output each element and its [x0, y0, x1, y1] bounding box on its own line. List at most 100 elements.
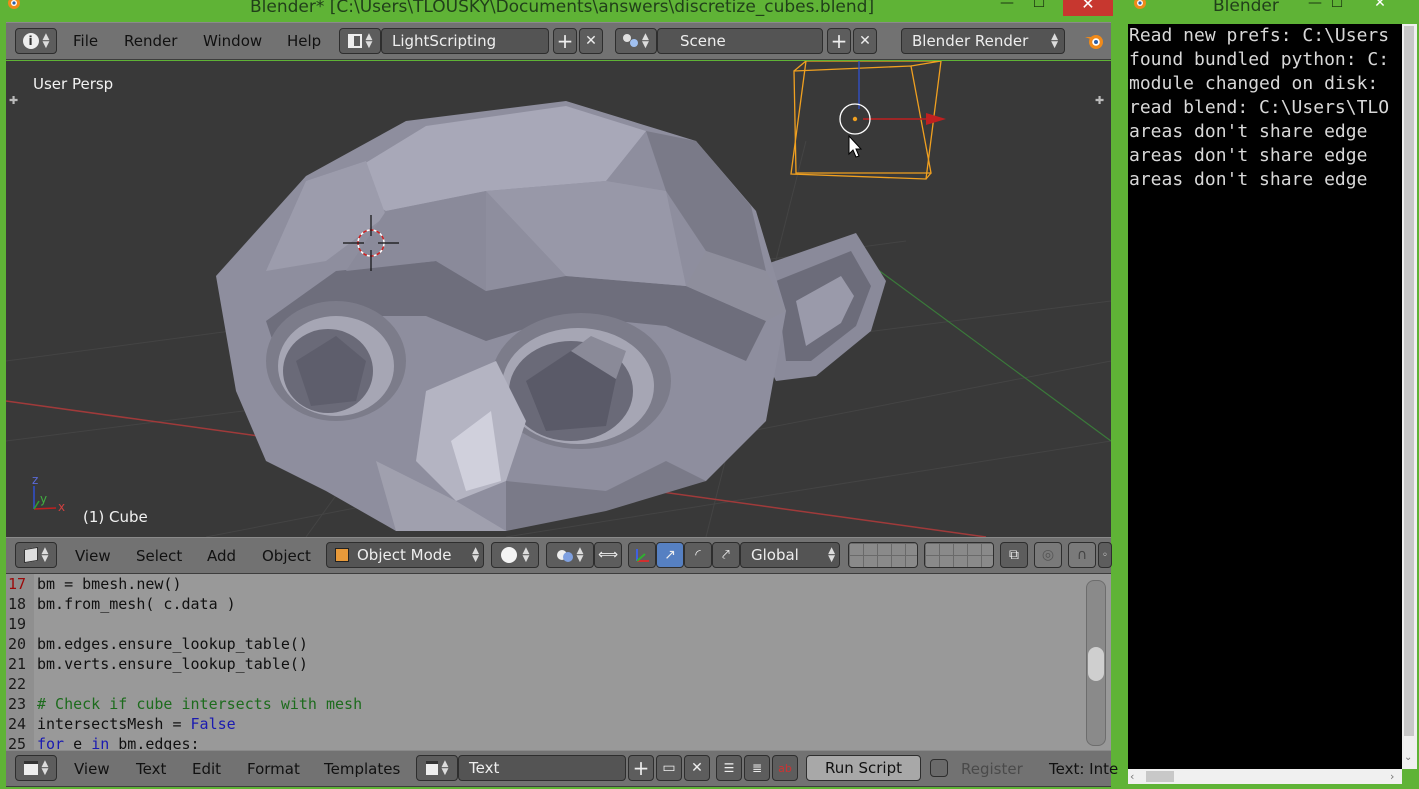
console-vscroll-thumb[interactable]: [1404, 26, 1414, 736]
snap-toggle-button[interactable]: ∩: [1068, 542, 1096, 568]
close-button[interactable]: ✕: [1063, 0, 1113, 16]
rotate-manipulator-button[interactable]: ◜: [684, 542, 712, 568]
screen-layout-name[interactable]: LightScripting: [381, 28, 549, 54]
dropdown-arrows-icon: ▲ ▼: [828, 546, 835, 564]
manipulator-toggle-button[interactable]: [628, 542, 656, 568]
console-horizontal-scrollbar[interactable]: ‹ ›: [1128, 769, 1402, 784]
suzanne-mesh[interactable]: [216, 101, 886, 531]
manipulate-center-points-button[interactable]: ⟺: [594, 542, 622, 568]
console-close-button[interactable]: ✕: [1368, 0, 1392, 14]
console-minimize-button[interactable]: —: [1304, 0, 1326, 14]
text-scrollbar[interactable]: [1086, 580, 1106, 746]
scroll-right-arrow-icon[interactable]: ›: [1390, 770, 1394, 783]
menu-help[interactable]: Help: [287, 23, 321, 59]
viewport-shading-dropdown[interactable]: ▲ ▼: [491, 542, 539, 568]
menu-format[interactable]: Format: [247, 751, 300, 786]
menu-templates[interactable]: Templates: [324, 751, 400, 786]
3d-viewport[interactable]: z y x ✚ ✚ User Persp (1) Cube: [6, 61, 1111, 537]
open-text-button[interactable]: ▭: [656, 755, 682, 781]
console-line: Read new prefs: C:\Users: [1129, 25, 1390, 46]
dropdown-arrows-icon: ▲ ▼: [576, 546, 584, 564]
dropdown-arrows-icon: ▲ ▼: [472, 546, 479, 564]
layers-group-1[interactable]: [848, 542, 918, 568]
add-scene-button[interactable]: +: [827, 28, 851, 54]
menu-view[interactable]: View: [75, 538, 111, 573]
transform-orientation-dropdown[interactable]: Global ▲ ▼: [740, 542, 840, 568]
delete-screen-button[interactable]: ✕: [579, 28, 603, 54]
selected-cube[interactable]: [790, 61, 942, 180]
code-text: bm = bmesh.new(): [37, 574, 182, 594]
text-scroll-thumb[interactable]: [1088, 647, 1104, 681]
code-line[interactable]: 22: [6, 674, 1086, 694]
dropdown-arrows-icon: ▲ ▼: [522, 546, 530, 564]
scene-name[interactable]: Scene: [657, 28, 823, 54]
code-text: bm.edges.ensure_lookup_table(): [37, 634, 308, 654]
delete-scene-button[interactable]: ✕: [853, 28, 877, 54]
new-text-button[interactable]: +: [628, 755, 654, 781]
code-line[interactable]: 21 bm.verts.ensure_lookup_table(): [6, 654, 1086, 674]
snap-element-dropdown[interactable]: ◦: [1098, 542, 1112, 568]
editor-type-text[interactable]: ▲ ▼: [15, 755, 57, 781]
blender-main-window: Blender* [C:\Users\TLOUSKY\Documents\ans…: [0, 0, 1118, 789]
toolshelf-toggle-icon[interactable]: ✚: [9, 94, 18, 107]
minimize-button[interactable]: —: [996, 0, 1018, 14]
transform-manipulator[interactable]: [839, 61, 946, 135]
code-text: for e in bm.edges:: [37, 734, 200, 750]
code-line[interactable]: 24 intersectsMesh = False: [6, 714, 1086, 734]
menu-file[interactable]: File: [73, 23, 98, 59]
toggle-word-wrap-button[interactable]: ≣: [744, 755, 770, 781]
console-hscroll-thumb[interactable]: [1146, 771, 1174, 782]
menu-text[interactable]: Text: [136, 751, 166, 786]
menu-add[interactable]: Add: [207, 538, 236, 573]
object-mode-icon: [335, 548, 349, 562]
blender-logo-icon: [1085, 35, 1103, 49]
register-checkbox[interactable]: [930, 759, 948, 777]
translate-manipulator-button[interactable]: ↗: [656, 542, 684, 568]
properties-toggle-icon[interactable]: ✚: [1095, 94, 1104, 107]
lock-layers-button[interactable]: ⧉: [1000, 542, 1028, 568]
editor-type-info[interactable]: i ▲ ▼: [15, 28, 57, 54]
text-datablock-selector[interactable]: ▲ ▼: [416, 755, 458, 781]
screen-layout-selector[interactable]: ▲ ▼: [339, 28, 381, 54]
toggle-line-numbers-button[interactable]: ☰: [716, 755, 742, 781]
code-text: bm.verts.ensure_lookup_table(): [37, 654, 308, 674]
line-number: 21: [8, 655, 27, 673]
scene-selector[interactable]: ▲ ▼: [615, 28, 657, 54]
code-line[interactable]: 20 bm.edges.ensure_lookup_table(): [6, 634, 1086, 654]
proportional-edit-button[interactable]: ◎: [1034, 542, 1062, 568]
text-editor[interactable]: 17 bm = bmesh.new() 18 bm.from_mesh( c.data…: [6, 574, 1111, 750]
add-screen-button[interactable]: +: [553, 28, 577, 54]
scale-manipulator-button[interactable]: ⤤: [712, 542, 740, 568]
menu-view[interactable]: View: [74, 751, 110, 786]
pivot-point-dropdown[interactable]: ▲ ▼: [546, 542, 594, 568]
editor-type-3dview[interactable]: ▲ ▼: [15, 542, 57, 568]
maximize-button[interactable]: ☐: [1028, 0, 1050, 14]
menu-render[interactable]: Render: [124, 23, 177, 59]
code-line[interactable]: 18 bm.from_mesh( c.data ): [6, 594, 1086, 614]
text-datablock-name[interactable]: Text: [458, 755, 626, 781]
console-vertical-scrollbar[interactable]: ⌄: [1402, 24, 1417, 769]
dropdown-arrows-icon: ▲ ▼: [441, 759, 449, 777]
menu-select[interactable]: Select: [136, 538, 182, 573]
toggle-syntax-highlight-button[interactable]: ab: [772, 755, 798, 781]
layers-group-2[interactable]: [924, 542, 994, 568]
scroll-left-arrow-icon[interactable]: ‹: [1130, 770, 1134, 783]
code-line[interactable]: 19: [6, 614, 1086, 634]
code-token: e: [64, 735, 92, 750]
pivot-icon: [556, 548, 573, 562]
unlink-text-button[interactable]: ✕: [684, 755, 710, 781]
menu-object[interactable]: Object: [262, 538, 311, 573]
scroll-down-arrow-icon[interactable]: ⌄: [1404, 752, 1412, 763]
console-maximize-button[interactable]: ☐: [1326, 0, 1348, 14]
run-script-button[interactable]: Run Script: [806, 755, 921, 781]
code-line[interactable]: 23 # Check if cube intersects with mesh: [6, 694, 1086, 714]
interaction-mode-dropdown[interactable]: Object Mode ▲ ▼: [326, 542, 484, 568]
register-label: Register: [961, 759, 1023, 778]
menu-edit[interactable]: Edit: [192, 751, 221, 786]
console-output[interactable]: Read new prefs: C:\Users found bundled py…: [1128, 24, 1402, 769]
plus-icon: +: [830, 29, 848, 53]
code-line[interactable]: 25 for e in bm.edges:: [6, 734, 1086, 750]
render-engine-dropdown[interactable]: Blender Render ▲ ▼: [901, 28, 1065, 54]
menu-window[interactable]: Window: [203, 23, 262, 59]
code-line[interactable]: 17 bm = bmesh.new(): [6, 574, 1086, 594]
